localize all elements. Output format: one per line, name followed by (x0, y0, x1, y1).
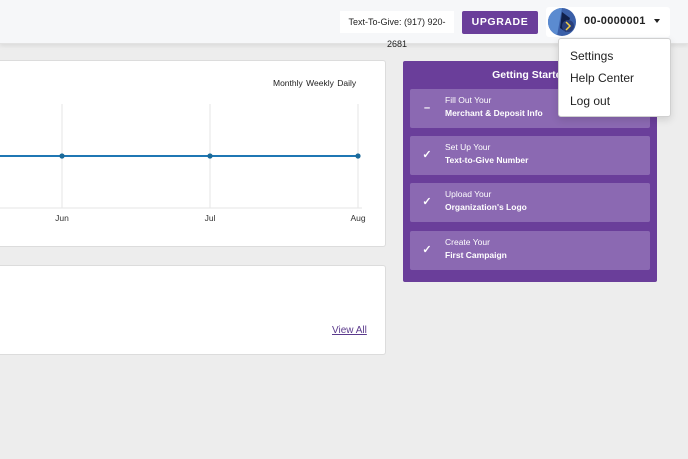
x-tick-label-2: Aug (350, 213, 365, 223)
caret-down-icon (654, 19, 660, 23)
step-line1: Fill Out Your (445, 95, 492, 105)
x-tick-label-1: Jul (205, 213, 216, 223)
step-line1: Set Up Your (445, 142, 491, 152)
step-line1: Create Your (445, 237, 490, 247)
recent-activity-card: View All (0, 265, 386, 355)
minus-icon: – (423, 102, 431, 114)
menu-item-settings[interactable]: Settings (570, 49, 613, 63)
check-icon: ✓ (422, 149, 432, 161)
avatar (548, 8, 576, 36)
step-first-campaign[interactable]: ✓ Create Your First Campaign (410, 231, 650, 270)
data-point-1 (207, 153, 213, 159)
upgrade-button[interactable]: UPGRADE (462, 11, 538, 34)
step-line2: Organization's Logo (445, 202, 527, 212)
text-to-give-number: Text-To-Give: (917) 920-2681 (340, 11, 454, 49)
step-text-to-give-number[interactable]: ✓ Set Up Your Text-to-Give Number (410, 136, 650, 175)
step-line2: Merchant & Deposit Info (445, 108, 543, 118)
menu-item-help-center[interactable]: Help Center (570, 71, 634, 85)
account-id: 00-0000001 (584, 15, 646, 27)
view-all-link[interactable]: View All (332, 325, 367, 336)
x-tick-label-0: Jun (55, 213, 69, 223)
check-icon: ✓ (422, 196, 432, 208)
step-line2: Text-to-Give Number (445, 155, 529, 165)
step-line2: First Campaign (445, 250, 507, 260)
account-menu-toggle[interactable]: 00-0000001 (546, 7, 670, 37)
step-organization-logo[interactable]: ✓ Upload Your Organization's Logo (410, 183, 650, 222)
donations-chart-card: Monthly Weekly Daily Jun Jul Aug (0, 60, 386, 247)
data-point-2 (355, 153, 361, 159)
check-icon: ✓ (422, 244, 432, 256)
account-dropdown-menu: Settings Help Center Log out (558, 38, 671, 117)
data-point-0 (59, 153, 65, 159)
step-line1: Upload Your (445, 189, 492, 199)
line-chart: Jun Jul Aug (0, 104, 366, 223)
menu-item-log-out[interactable]: Log out (570, 94, 610, 108)
